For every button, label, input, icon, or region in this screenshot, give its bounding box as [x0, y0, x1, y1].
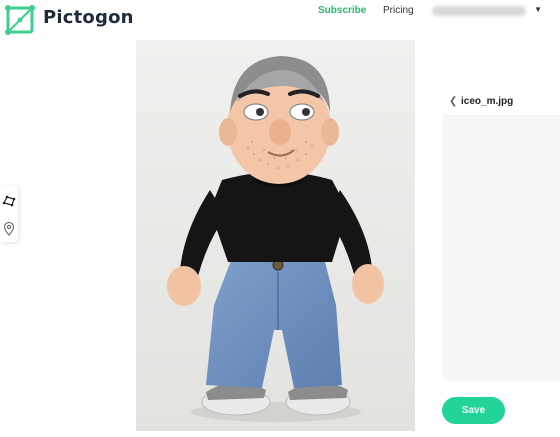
account-email-redacted	[432, 6, 526, 16]
annotation-toolbar	[0, 186, 18, 242]
file-name: iceo_m.jpg	[461, 96, 514, 107]
location-pin-icon	[3, 222, 15, 236]
account-menu[interactable]: ▼	[432, 3, 544, 19]
pictogon-logo-icon	[5, 5, 35, 35]
chevron-left-icon[interactable]: ❮	[449, 96, 457, 107]
polygon-tool-button[interactable]	[0, 188, 18, 214]
location-tool-button[interactable]	[0, 216, 18, 242]
app-logo[interactable]	[4, 4, 36, 36]
panel-header: ❮ iceo_m.jpg	[443, 88, 560, 116]
brand-name[interactable]: Pictogon	[43, 7, 134, 28]
nav-pricing-link[interactable]: Pricing	[383, 5, 414, 16]
caret-down-icon: ▼	[534, 5, 542, 14]
photo-plush-doll	[136, 40, 415, 431]
polygon-tool-icon	[2, 195, 16, 207]
nav-subscribe-link[interactable]: Subscribe	[318, 5, 366, 16]
image-canvas[interactable]	[136, 40, 415, 431]
file-info-panel: ❮ iceo_m.jpg	[443, 88, 560, 381]
save-button[interactable]: Save	[442, 397, 505, 424]
